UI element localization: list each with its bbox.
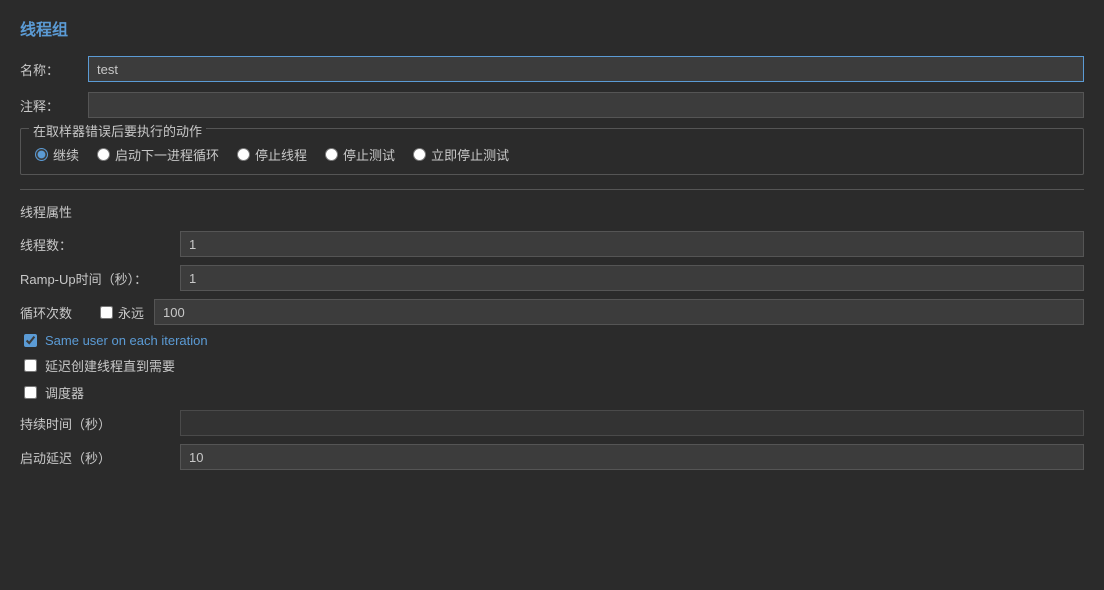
- duration-row: 持续时间（秒）: [20, 410, 1084, 436]
- radio-stop-test-label: 停止测试: [343, 145, 395, 164]
- thread-props-label: 线程属性: [20, 202, 1084, 221]
- thread-count-row: 线程数：: [20, 231, 1084, 257]
- delay-thread-checkbox[interactable]: [24, 359, 37, 372]
- duration-input[interactable]: [180, 410, 1084, 436]
- scheduler-label[interactable]: 调度器: [45, 383, 84, 402]
- radio-stop-thread[interactable]: 停止线程: [237, 145, 307, 164]
- rampup-label: Ramp-Up时间（秒）：: [20, 269, 180, 288]
- radio-continue-label: 继续: [53, 145, 79, 164]
- page-title: 线程组: [20, 16, 1084, 40]
- same-user-checkbox[interactable]: [24, 334, 37, 347]
- main-container: 线程组 名称： 注释： 在取样器错误后要执行的动作 继续 启动下一进程循环 停止…: [0, 0, 1104, 590]
- radio-continue[interactable]: 继续: [35, 145, 79, 164]
- radio-start-next-label: 启动下一进程循环: [115, 145, 219, 164]
- loop-label: 循环次数: [20, 303, 100, 322]
- delay-thread-label[interactable]: 延迟创建线程直到需要: [45, 356, 175, 375]
- comment-row: 注释：: [20, 92, 1084, 118]
- forever-label[interactable]: 永远: [118, 303, 144, 322]
- error-action-section: 在取样器错误后要执行的动作 继续 启动下一进程循环 停止线程 停止测试 立即停止…: [20, 128, 1084, 175]
- startup-delay-row: 启动延迟（秒）: [20, 444, 1084, 470]
- scheduler-row: 调度器: [20, 383, 1084, 402]
- startup-delay-input[interactable]: [180, 444, 1084, 470]
- scheduler-checkbox[interactable]: [24, 386, 37, 399]
- same-user-label[interactable]: Same user on each iteration: [45, 333, 208, 348]
- loop-count-row: 循环次数 永远: [20, 299, 1084, 325]
- name-input[interactable]: [88, 56, 1084, 82]
- rampup-input[interactable]: [180, 265, 1084, 291]
- thread-count-label: 线程数：: [20, 235, 180, 254]
- error-action-radio-group: 继续 启动下一进程循环 停止线程 停止测试 立即停止测试: [35, 145, 1069, 164]
- error-action-legend: 在取样器错误后要执行的动作: [29, 121, 206, 140]
- radio-stop-test[interactable]: 停止测试: [325, 145, 395, 164]
- radio-stop-now-label: 立即停止测试: [431, 145, 509, 164]
- delay-thread-row: 延迟创建线程直到需要: [20, 356, 1084, 375]
- name-label: 名称：: [20, 60, 80, 79]
- forever-checkbox[interactable]: [100, 306, 113, 319]
- thread-count-input[interactable]: [180, 231, 1084, 257]
- forever-check-group: 永远: [100, 303, 144, 322]
- rampup-row: Ramp-Up时间（秒）：: [20, 265, 1084, 291]
- comment-label: 注释：: [20, 96, 80, 115]
- radio-stop-now[interactable]: 立即停止测试: [413, 145, 509, 164]
- radio-start-next[interactable]: 启动下一进程循环: [97, 145, 219, 164]
- startup-delay-label: 启动延迟（秒）: [20, 448, 180, 467]
- loop-count-input[interactable]: [154, 299, 1084, 325]
- name-row: 名称：: [20, 56, 1084, 82]
- comment-input[interactable]: [88, 92, 1084, 118]
- duration-label: 持续时间（秒）: [20, 414, 180, 433]
- same-user-row: Same user on each iteration: [20, 333, 1084, 348]
- thread-props-section: 线程属性 线程数： Ramp-Up时间（秒）： 循环次数 永远 Same use…: [20, 189, 1084, 470]
- radio-stop-thread-label: 停止线程: [255, 145, 307, 164]
